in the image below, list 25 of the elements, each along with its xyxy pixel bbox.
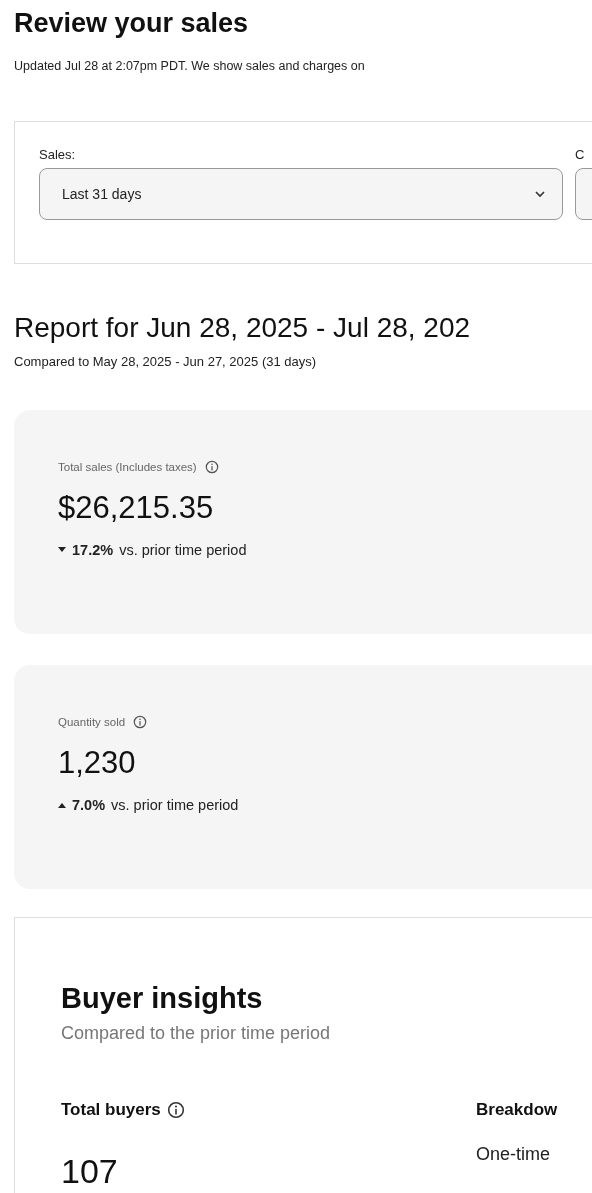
change-note: vs. prior time period (111, 797, 239, 813)
section-title: Buyer insights (61, 982, 263, 1015)
date-range-dropdown[interactable]: Last 31 days (39, 168, 563, 220)
change-percent: 17.2% (72, 542, 114, 558)
total-buyers-value: 107 (61, 1152, 118, 1191)
caret-icon (534, 190, 546, 198)
total-buyers-label: Total buyers (61, 1100, 161, 1120)
filter-label: C (575, 147, 585, 162)
report-title: Report for Jun 28, 2025 - Jul 28, 202 (14, 312, 471, 344)
metric-value: $26,215.35 (58, 490, 214, 526)
info-icon[interactable] (133, 715, 148, 729)
metric-label: Quantity sold (58, 716, 126, 728)
section-subtitle: Compared to the prior time period (61, 1023, 332, 1044)
page-title: Review your sales (14, 8, 250, 39)
breakdown-label: Breakdow (476, 1100, 558, 1120)
change-note: vs. prior time period (119, 542, 247, 558)
update-note: Updated Jul 28 at 2:07pm PDT. We show sales and charges on (14, 59, 365, 73)
change-percent: 7.0% (72, 797, 106, 813)
breakdown-item: One-time (476, 1144, 551, 1165)
filter-label: Sales: (39, 147, 76, 162)
info-icon[interactable] (166, 1101, 185, 1119)
comparison-note: Compared to May 28, 2025 - Jun 27, 2025 (31 days) (14, 354, 317, 369)
info-icon[interactable] (204, 460, 219, 474)
metric-value: 1,230 (58, 745, 136, 781)
metric-label: Total sales (Includes taxes) (58, 461, 197, 473)
